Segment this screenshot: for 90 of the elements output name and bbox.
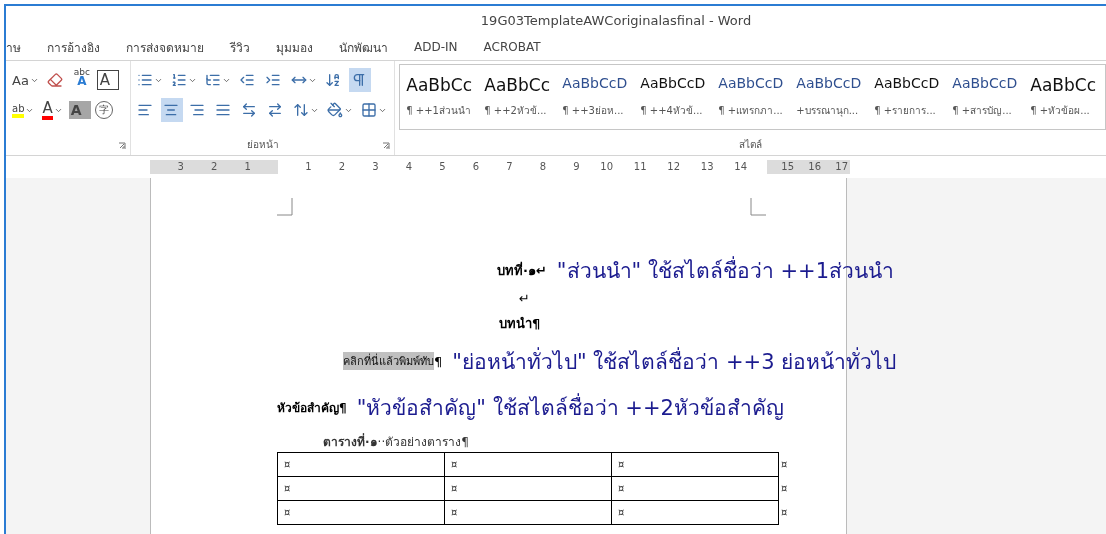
style-item[interactable]: AaBbCc ¶ ++2หัวข้... (478, 65, 557, 129)
window-title: 19G03TemplateAWCoriginalasfinal - Word (480, 12, 752, 28)
ribbon-tab[interactable]: การส่งจดหมาย (126, 37, 204, 57)
pilcrow-button[interactable] (348, 68, 371, 92)
character-border-button[interactable]: A (96, 70, 119, 90)
eraser-icon (46, 72, 63, 88)
ruler-number: 15 (780, 160, 794, 174)
table-cell: ¤ (277, 452, 445, 477)
ruler-number: 2 (211, 160, 219, 174)
table-cell: ¤ (277, 500, 445, 525)
ruler-number: 17 (834, 160, 848, 174)
style-item[interactable]: AaBbCcD ¶ ++4หัวข้... (634, 65, 713, 129)
style-item[interactable]: AaBbCc ¶ +หัวข้อผ... (1024, 65, 1103, 129)
ruler-number: 5 (438, 160, 446, 174)
group-label: สไตล์ (739, 138, 763, 152)
dialog-launcher-icon[interactable] (117, 142, 126, 150)
annotation-text: "ย่อหน้าทั่วไป" ใช้สไตล์ชื่อว่า ++3 ย่อหน้าทั่วไป (452, 346, 897, 376)
style-item[interactable]: AaBbCc ¶ ++1ส่วนนำ (400, 65, 479, 129)
dialog-launcher-icon[interactable] (382, 142, 391, 150)
ribbon-tab[interactable]: มุมมอง (276, 37, 313, 57)
annotation-text: "หัวข้อสำคัญ" ใช้สไตล์ชื่อว่า ++2หัวข้อสำคัญ (356, 392, 784, 422)
numbered-list-icon (170, 72, 187, 88)
font-color-button[interactable]: A (40, 98, 65, 122)
paragraph-mark: ¶ (434, 353, 443, 369)
body-text: บทที่·๑↵ (497, 260, 547, 280)
style-item[interactable]: AaBbCcD ¶ +รายการ... (868, 65, 947, 129)
ribbon-tab[interactable]: การอ้างอิง (47, 37, 100, 57)
style-item[interactable]: AaBbCcD ¶ +สารบัญ... (946, 65, 1025, 129)
align-center-button[interactable] (160, 98, 183, 122)
ruler-number: 13 (699, 160, 714, 174)
increase-indent-icon (264, 72, 281, 88)
row-end-mark: ¤ (778, 452, 846, 477)
table-cell: ¤ (444, 476, 612, 501)
heading-text: หัวข้อสำคัญ¶ (277, 399, 347, 417)
ribbon-tab[interactable]: ACROBAT (483, 40, 541, 54)
distributed-icon (240, 102, 257, 118)
ruler-number: 1 (244, 160, 252, 174)
ruler-number: 3 (177, 160, 185, 174)
row-end-mark: ¤ (778, 476, 846, 501)
line-break-mark: ↵ (519, 290, 530, 306)
borders-icon (360, 102, 377, 118)
sort-icon (324, 72, 341, 88)
decrease-indent-icon (238, 72, 255, 88)
placeholder-text: คลิกที่นี่แล้วพิมพ์ทับ (343, 352, 434, 370)
align-right-icon (188, 102, 205, 118)
bullet-list-icon (136, 72, 153, 88)
ruler-number: 7 (505, 160, 513, 174)
line-spacing-icon (292, 102, 309, 118)
ruler-number: 12 (666, 160, 680, 174)
ruler-number: 16 (807, 160, 821, 174)
table-cell: ¤ (444, 500, 612, 525)
style-item[interactable]: AaBbCcD ¶ ++3ย่อห... (556, 65, 635, 129)
ruler-number: 6 (471, 160, 479, 174)
table-cell: ¤ (277, 476, 445, 501)
justify-icon (214, 102, 231, 118)
text-effects-button[interactable]: abc A (70, 68, 93, 92)
ruler-number: 3 (371, 160, 379, 174)
style-item[interactable]: AaBbCcD ¶ +แทรกภา... (712, 65, 791, 129)
annotation-text: "ส่วนนำ" ใช้สไตล์ชื่อว่า ++1ส่วนนำ (556, 255, 895, 285)
ruler-number: 1 (304, 160, 312, 174)
margin-corner-icon (750, 198, 766, 216)
ruler-number: 2 (337, 160, 345, 174)
highlight-button[interactable]: ab (10, 98, 37, 122)
ribbon-tab[interactable]: นักพัฒนา (339, 37, 388, 57)
multilevel-list-icon (204, 72, 221, 88)
table-caption: ตารางที่·๑··ตัวอย่างตาราง¶ (323, 432, 469, 451)
right-to-left-icon (266, 102, 283, 118)
table-cell: ¤ (611, 500, 779, 525)
body-text: บทนำ¶ (499, 314, 541, 333)
change-case-button[interactable]: Aa (10, 68, 41, 92)
table-cell: ¤ (611, 452, 779, 477)
ruler-number: 8 (538, 160, 546, 174)
ribbon-tab[interactable]: ADD-IN (414, 40, 458, 54)
shading-icon (326, 102, 343, 118)
ruler-number: 9 (572, 160, 580, 174)
ruler-number: 4 (404, 160, 412, 174)
style-item[interactable]: AaBbCcD +บรรณานุก... (790, 65, 869, 129)
margin-corner-icon (277, 198, 293, 216)
table-cell: ¤ (611, 476, 779, 501)
ruler-number: 14 (733, 160, 747, 174)
align-left-icon (136, 102, 153, 118)
group-label: ย่อหน้า (246, 138, 279, 152)
ruler-number: 10 (599, 160, 613, 174)
ribbon-tab[interactable]: รีวิว (230, 37, 250, 57)
character-shading-button[interactable]: A (68, 101, 91, 119)
table-cell: ¤ (444, 452, 612, 477)
ribbon-tab[interactable]: าษ (6, 37, 21, 57)
align-center-icon (162, 102, 179, 118)
ruler-number: 11 (632, 160, 647, 174)
row-end-mark: ¤ (778, 500, 846, 525)
